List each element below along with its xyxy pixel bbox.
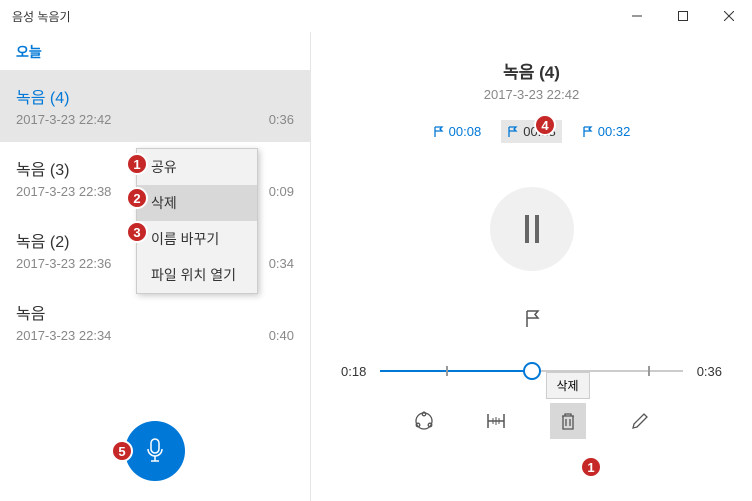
tooltip: 삭제 xyxy=(545,372,589,399)
close-button[interactable] xyxy=(706,0,752,32)
marker-item[interactable]: 00:08 xyxy=(427,120,488,143)
detail-title: 녹음 (4) xyxy=(503,58,560,83)
play-pause-button[interactable] xyxy=(490,187,574,271)
callout-5: 5 xyxy=(111,440,133,462)
marker-row: 00:08 00:18 00:32 xyxy=(427,120,637,143)
detail-panel: 녹음 (4) 2017-3-23 22:42 00:08 00:18 00:32 xyxy=(311,32,752,501)
flag-icon xyxy=(522,309,542,329)
menu-rename[interactable]: 이름 바꾸기 xyxy=(137,221,257,257)
microphone-icon xyxy=(143,437,167,465)
detail-datetime: 2017-3-23 22:42 xyxy=(484,87,579,102)
share-button[interactable] xyxy=(406,403,442,439)
menu-open-location[interactable]: 파일 위치 열기 xyxy=(137,257,257,293)
pause-icon xyxy=(525,215,539,243)
marker-time: 00:32 xyxy=(598,124,631,139)
callout-4: 4 xyxy=(534,114,556,136)
rec-datetime: 2017-3-23 22:36 xyxy=(16,256,111,271)
flag-icon xyxy=(582,126,594,138)
pencil-icon xyxy=(630,411,650,431)
trash-icon xyxy=(559,411,577,431)
marker-item[interactable]: 00:32 xyxy=(576,120,637,143)
flag-icon xyxy=(507,126,519,138)
marker-time: 00:08 xyxy=(449,124,482,139)
menu-delete[interactable]: 삭제 xyxy=(137,185,257,221)
record-button[interactable] xyxy=(125,421,185,481)
share-icon xyxy=(413,410,435,432)
flag-icon xyxy=(433,126,445,138)
rec-duration: 0:09 xyxy=(269,184,294,199)
maximize-button[interactable] xyxy=(660,0,706,32)
action-row: 삭제 xyxy=(406,403,658,439)
window-controls xyxy=(614,0,752,32)
seek-row: 0:18 0:36 xyxy=(335,361,728,381)
list-item[interactable]: 녹음 2017-3-23 22:34 0:40 xyxy=(0,286,310,358)
rec-datetime: 2017-3-23 22:42 xyxy=(16,112,111,127)
rec-duration: 0:40 xyxy=(269,328,294,343)
rec-duration: 0:34 xyxy=(269,256,294,271)
callout-2: 2 xyxy=(126,187,148,209)
rec-title: 녹음 (3) xyxy=(16,156,111,180)
menu-share[interactable]: 공유 xyxy=(137,149,257,185)
callout-1: 1 xyxy=(126,153,148,175)
callout-delete: 1 xyxy=(580,456,602,478)
rec-title: 녹음 xyxy=(16,300,111,324)
sidebar: 오늘 녹음 (4) 2017-3-23 22:42 0:36 녹음 (3) 20… xyxy=(0,32,311,501)
context-menu: 공유 삭제 이름 바꾸기 파일 위치 열기 xyxy=(136,148,258,294)
rec-duration: 0:36 xyxy=(269,112,294,127)
trim-button[interactable] xyxy=(478,403,514,439)
app-title: 음성 녹음기 xyxy=(12,8,71,25)
list-item[interactable]: 녹음 (4) 2017-3-23 22:42 0:36 xyxy=(0,70,310,142)
add-marker-button[interactable] xyxy=(520,307,544,331)
rec-datetime: 2017-3-23 22:34 xyxy=(16,328,111,343)
delete-button[interactable]: 삭제 xyxy=(550,403,586,439)
rec-datetime: 2017-3-23 22:38 xyxy=(16,184,111,199)
rename-button[interactable] xyxy=(622,403,658,439)
total-time: 0:36 xyxy=(697,364,722,379)
rec-title: 녹음 (4) xyxy=(16,84,111,108)
minimize-button[interactable] xyxy=(614,0,660,32)
rec-title: 녹음 (2) xyxy=(16,228,111,252)
section-header: 오늘 xyxy=(0,32,310,70)
trim-icon xyxy=(484,412,508,430)
seek-slider[interactable] xyxy=(380,361,682,381)
callout-3: 3 xyxy=(126,221,148,243)
current-time: 0:18 xyxy=(341,364,366,379)
